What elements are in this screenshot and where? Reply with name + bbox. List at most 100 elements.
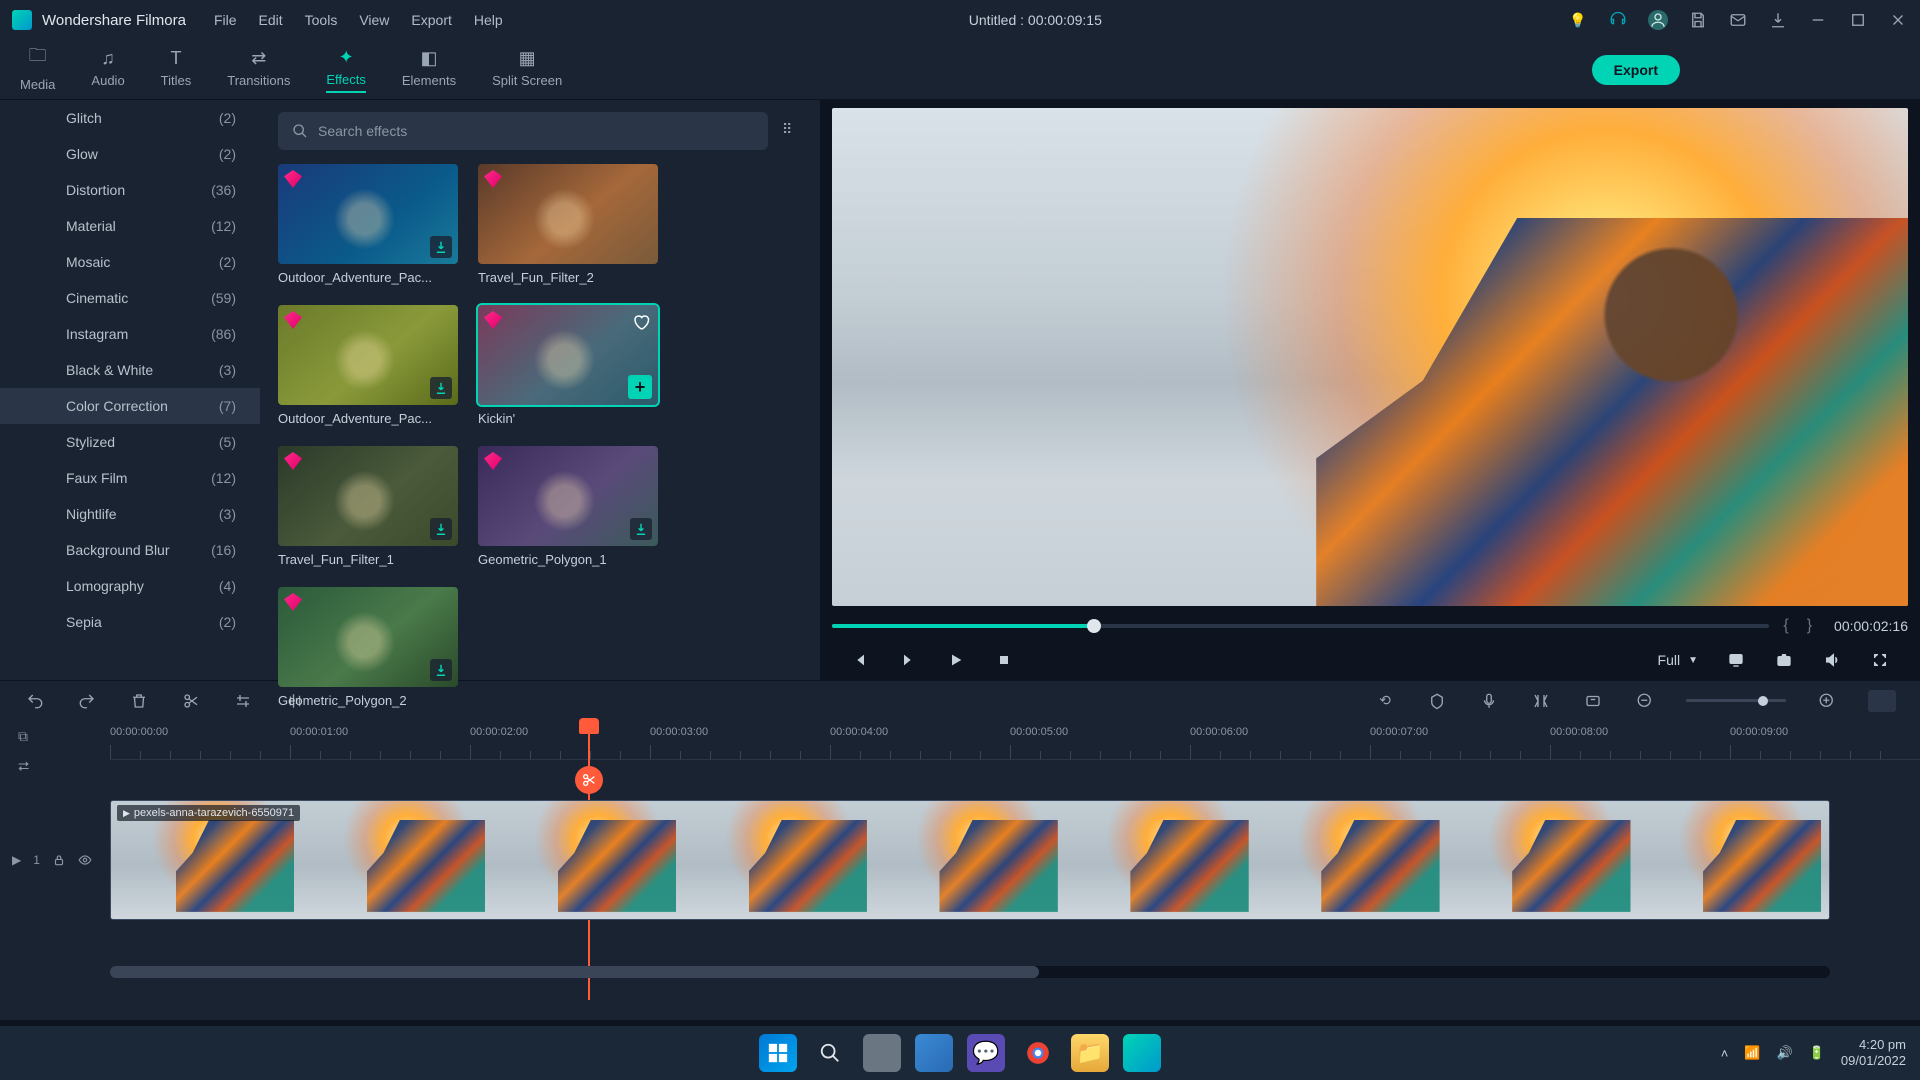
effect-thumb[interactable]: Travel_Fun_Filter_1 [278, 446, 458, 567]
preview-scrubber[interactable] [832, 624, 1769, 628]
tab-audio[interactable]: ♫Audio [91, 48, 124, 92]
tab-titles[interactable]: TTitles [161, 48, 192, 92]
category-glitch[interactable]: Glitch(2) [0, 100, 260, 136]
category-nightlife[interactable]: Nightlife(3) [0, 496, 260, 532]
preview-viewport[interactable] [832, 108, 1908, 606]
zoom-knob[interactable] [1758, 696, 1768, 706]
close-icon[interactable] [1888, 10, 1908, 30]
effect-thumb[interactable]: +Kickin' [478, 305, 658, 426]
tab-elements[interactable]: ◧Elements [402, 48, 456, 92]
step-fwd-button[interactable] [898, 650, 918, 670]
fit-button[interactable] [1868, 690, 1896, 712]
wifi-icon[interactable]: 📶 [1744, 1045, 1760, 1061]
favorite-icon[interactable] [632, 313, 650, 331]
fullscreen-icon[interactable] [1870, 650, 1890, 670]
app-explorer[interactable]: 📁 [1071, 1034, 1109, 1072]
effect-thumb[interactable]: Outdoor_Adventure_Pac... [278, 164, 458, 285]
copy-icon[interactable]: ⧉ [18, 728, 36, 746]
download-icon[interactable] [1768, 10, 1788, 30]
maximize-icon[interactable] [1848, 10, 1868, 30]
undo-button[interactable] [24, 690, 46, 712]
track-header[interactable]: ▶1 [0, 800, 110, 920]
mail-icon[interactable] [1728, 10, 1748, 30]
category-background-blur[interactable]: Background Blur(16) [0, 532, 260, 568]
effect-thumb[interactable]: Travel_Fun_Filter_2 [478, 164, 658, 285]
tab-splitscreen[interactable]: ▦Split Screen [492, 48, 562, 92]
effect-preview[interactable]: + [478, 305, 658, 405]
tab-effects[interactable]: ✦Effects [326, 47, 366, 93]
effect-preview[interactable] [278, 587, 458, 687]
preview-knob[interactable] [1087, 619, 1101, 633]
category-distortion[interactable]: Distortion(36) [0, 172, 260, 208]
category-faux-film[interactable]: Faux Film(12) [0, 460, 260, 496]
menu-help[interactable]: Help [474, 12, 503, 28]
menu-file[interactable]: File [214, 12, 237, 28]
lock-icon[interactable] [52, 853, 66, 867]
marker-button[interactable] [1426, 690, 1448, 712]
start-button[interactable] [759, 1034, 797, 1072]
mark-out-icon[interactable]: } [1803, 617, 1816, 635]
effect-preview[interactable] [278, 446, 458, 546]
download-effect-icon[interactable] [430, 377, 452, 399]
effect-preview[interactable] [278, 164, 458, 264]
menu-tools[interactable]: Tools [305, 12, 338, 28]
timeline-ruler[interactable]: 00:00:00:0000:00:01:0000:00:02:0000:00:0… [110, 720, 1920, 760]
save-icon[interactable] [1688, 10, 1708, 30]
menu-view[interactable]: View [359, 12, 389, 28]
tab-media[interactable]: 🗀Media [20, 43, 55, 96]
category-glow[interactable]: Glow(2) [0, 136, 260, 172]
effect-thumb[interactable]: Geometric_Polygon_2 [278, 587, 458, 708]
sound-icon[interactable]: 🔊 [1777, 1045, 1793, 1061]
redo-button[interactable] [76, 690, 98, 712]
audio-mixer-button[interactable] [1530, 690, 1552, 712]
grid-view-icon[interactable]: ⠿ [782, 121, 802, 141]
snapshot-icon[interactable] [1774, 650, 1794, 670]
display-icon[interactable] [1726, 650, 1746, 670]
category-mosaic[interactable]: Mosaic(2) [0, 244, 260, 280]
effect-thumb[interactable]: Geometric_Polygon_1 [478, 446, 658, 567]
zoom-out-button[interactable] [1634, 690, 1656, 712]
category-sepia[interactable]: Sepia(2) [0, 604, 260, 640]
tab-transitions[interactable]: ⇄Transitions [227, 48, 290, 92]
search-input[interactable]: Search effects [278, 112, 768, 150]
system-tray[interactable]: ˄ 📶 🔊 🔋 4:20 pm 09/01/2022 [1721, 1037, 1906, 1068]
zoom-in-button[interactable] [1816, 690, 1838, 712]
effect-preview[interactable] [478, 446, 658, 546]
timeline-scroll-thumb[interactable] [110, 966, 1039, 978]
category-instagram[interactable]: Instagram(86) [0, 316, 260, 352]
idea-icon[interactable]: 💡 [1568, 10, 1588, 30]
play-button[interactable] [946, 650, 966, 670]
taskview-button[interactable] [863, 1034, 901, 1072]
account-icon[interactable] [1648, 10, 1668, 30]
category-stylized[interactable]: Stylized(5) [0, 424, 260, 460]
zoom-slider[interactable] [1686, 699, 1786, 702]
battery-icon[interactable]: 🔋 [1809, 1045, 1825, 1061]
voiceover-button[interactable] [1478, 690, 1500, 712]
playhead-split-icon[interactable] [575, 766, 603, 794]
category-black-white[interactable]: Black & White(3) [0, 352, 260, 388]
menu-edit[interactable]: Edit [259, 12, 283, 28]
render-button[interactable]: ⟲ [1374, 690, 1396, 712]
app-chrome[interactable] [1019, 1034, 1057, 1072]
timeline[interactable]: ⧉ ⮂ 00:00:00:0000:00:01:0000:00:02:0000:… [0, 720, 1920, 1020]
category-lomography[interactable]: Lomography(4) [0, 568, 260, 604]
eye-icon[interactable] [78, 853, 92, 867]
playhead-cap-icon[interactable] [579, 718, 599, 734]
category-color-correction[interactable]: Color Correction(7) [0, 388, 260, 424]
download-effect-icon[interactable] [430, 236, 452, 258]
minimize-icon[interactable] [1808, 10, 1828, 30]
link-icon[interactable]: ⮂ [18, 758, 36, 776]
adjust-button[interactable] [232, 690, 254, 712]
app-widgets[interactable] [915, 1034, 953, 1072]
tray-chevron-icon[interactable]: ˄ [1721, 1046, 1729, 1061]
timeline-clip[interactable]: pexels-anna-tarazevich-6550971 [110, 800, 1830, 920]
stop-button[interactable] [994, 650, 1014, 670]
tray-clock[interactable]: 4:20 pm 09/01/2022 [1841, 1037, 1906, 1068]
delete-button[interactable] [128, 690, 150, 712]
category-cinematic[interactable]: Cinematic(59) [0, 280, 260, 316]
effect-thumb[interactable]: Outdoor_Adventure_Pac... [278, 305, 458, 426]
headphones-icon[interactable] [1608, 10, 1628, 30]
app-chat[interactable]: 💬 [967, 1034, 1005, 1072]
app-filmora[interactable] [1123, 1034, 1161, 1072]
export-button[interactable]: Export [1592, 55, 1680, 85]
